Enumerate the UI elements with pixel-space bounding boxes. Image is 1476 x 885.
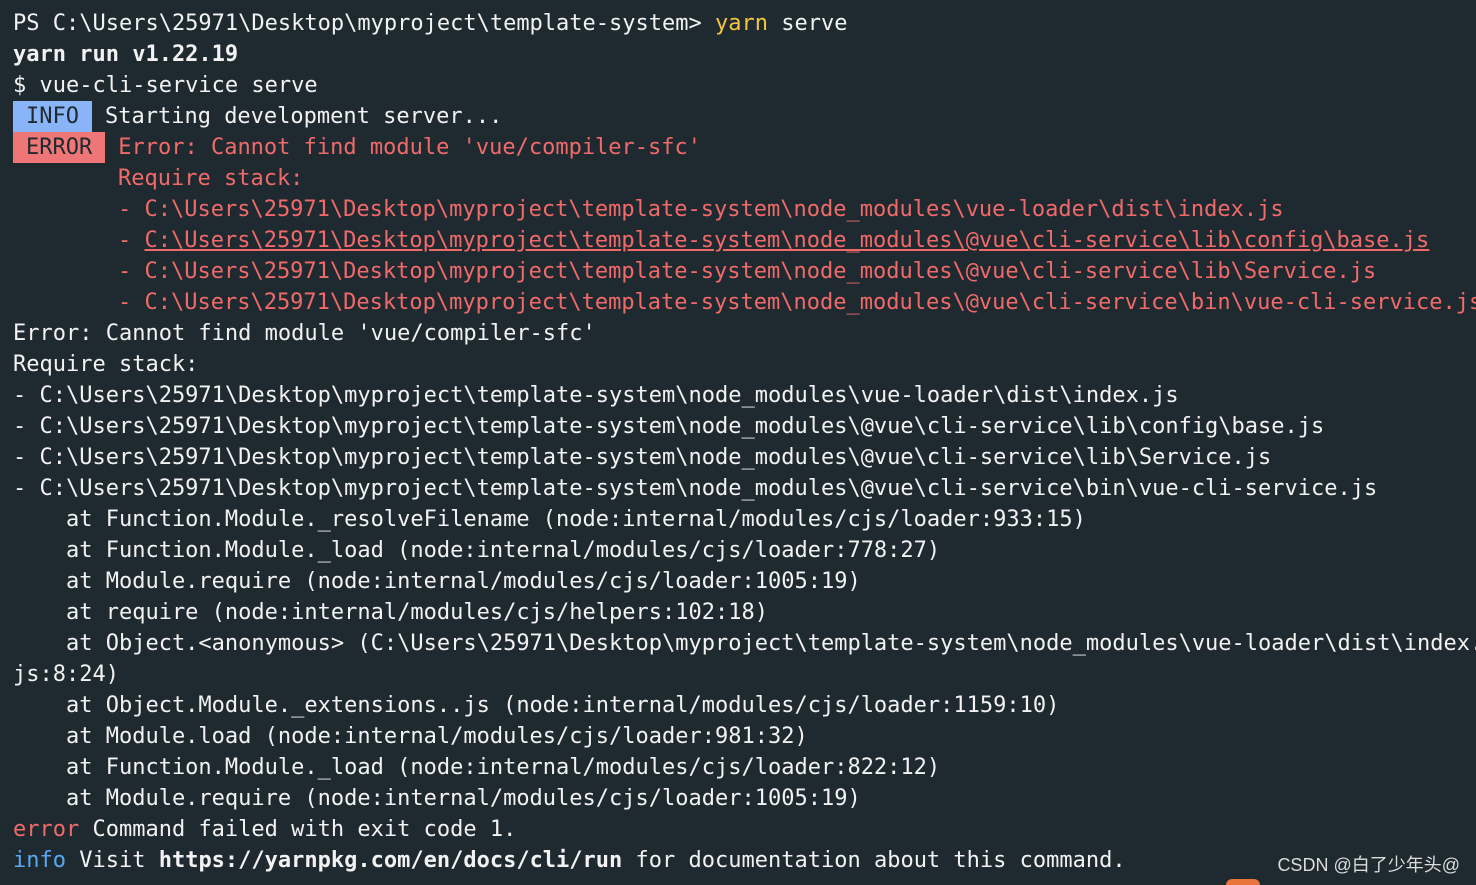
- error-tag: error: [13, 817, 80, 842]
- red-require-stack-label: Require stack:: [118, 166, 304, 191]
- red-stack-item: - C:\Users\25971\Desktop\myproject\templ…: [118, 259, 1377, 284]
- command-failed-message: Command failed with exit code 1.: [79, 817, 517, 842]
- info-line: INFO Starting development server...: [13, 101, 502, 132]
- plain-stack-item: - C:\Users\25971\Desktop\myproject\templ…: [13, 476, 1378, 501]
- prompt-prefix: PS C:\Users\25971\Desktop\myproject\temp…: [13, 11, 715, 36]
- plain-require-stack-label: Require stack:: [13, 352, 199, 377]
- prompt-args: serve: [767, 11, 848, 36]
- trace-line: at Function.Module._resolveFilename (nod…: [13, 507, 1086, 532]
- info-message: Starting development server...: [104, 104, 503, 129]
- prompt-command: yarn: [715, 11, 768, 36]
- red-stack-link[interactable]: C:\Users\25971\Desktop\myproject\templat…: [145, 228, 1430, 253]
- trace-line: at Object.<anonymous> (C:\Users\25971\De…: [13, 631, 1476, 656]
- terminal-output[interactable]: PS C:\Users\25971\Desktop\myproject\temp…: [13, 0, 1476, 885]
- prompt-line: PS C:\Users\25971\Desktop\myproject\temp…: [13, 8, 847, 39]
- info-visit-post: for documentation about this command.: [622, 848, 1126, 873]
- error-line: ERROR Error: Cannot find module 'vue/comp…: [13, 132, 701, 163]
- error-badge: ERROR: [13, 132, 106, 163]
- plain-stack-item: - C:\Users\25971\Desktop\myproject\templ…: [13, 445, 1272, 470]
- trace-line: at require (node:internal/modules/cjs/he…: [13, 600, 768, 625]
- red-stack-item-link-row: - C:\Users\25971\Desktop\myproject\templ…: [118, 225, 1429, 256]
- trace-line: at Object.Module._extensions..js (node:i…: [13, 693, 1060, 718]
- command-failed-line: error Command failed with exit code 1.: [13, 814, 516, 845]
- trace-line: at Module.require (node:internal/modules…: [13, 786, 861, 811]
- yarn-docs-link[interactable]: https://yarnpkg.com/en/docs/cli/run: [159, 848, 623, 873]
- info-visit-line: info Visit https://yarnpkg.com/en/docs/c…: [13, 845, 1126, 876]
- trace-line: at Module.require (node:internal/modules…: [13, 569, 861, 594]
- csdn-watermark: CSDN @白了少年头@: [1277, 855, 1460, 875]
- trace-line-wrap: js:8:24): [13, 662, 119, 687]
- trace-line: at Function.Module._load (node:internal/…: [13, 755, 941, 780]
- info-badge: INFO: [13, 101, 92, 132]
- corner-tab-decoration: [1226, 879, 1260, 885]
- yarn-run-line: yarn run v1.22.19: [13, 42, 239, 67]
- trace-line: at Function.Module._load (node:internal/…: [13, 538, 941, 563]
- plain-stack-item: - C:\Users\25971\Desktop\myproject\templ…: [13, 383, 1179, 408]
- trace-line: at Module.load (node:internal/modules/cj…: [13, 724, 808, 749]
- red-stack-item: - C:\Users\25971\Desktop\myproject\templ…: [118, 290, 1476, 315]
- vue-cli-command-line: $ vue-cli-service serve: [13, 73, 318, 98]
- plain-error-line: Error: Cannot find module 'vue/compiler-…: [13, 321, 596, 346]
- info-visit-pre: Visit: [65, 848, 159, 873]
- info-tag: info: [13, 848, 66, 873]
- error-message: Error: Cannot find module 'vue/compiler-…: [118, 135, 702, 160]
- plain-stack-item: - C:\Users\25971\Desktop\myproject\templ…: [13, 414, 1325, 439]
- red-stack-dash: -: [118, 228, 145, 253]
- red-stack-item: - C:\Users\25971\Desktop\myproject\templ…: [118, 197, 1284, 222]
